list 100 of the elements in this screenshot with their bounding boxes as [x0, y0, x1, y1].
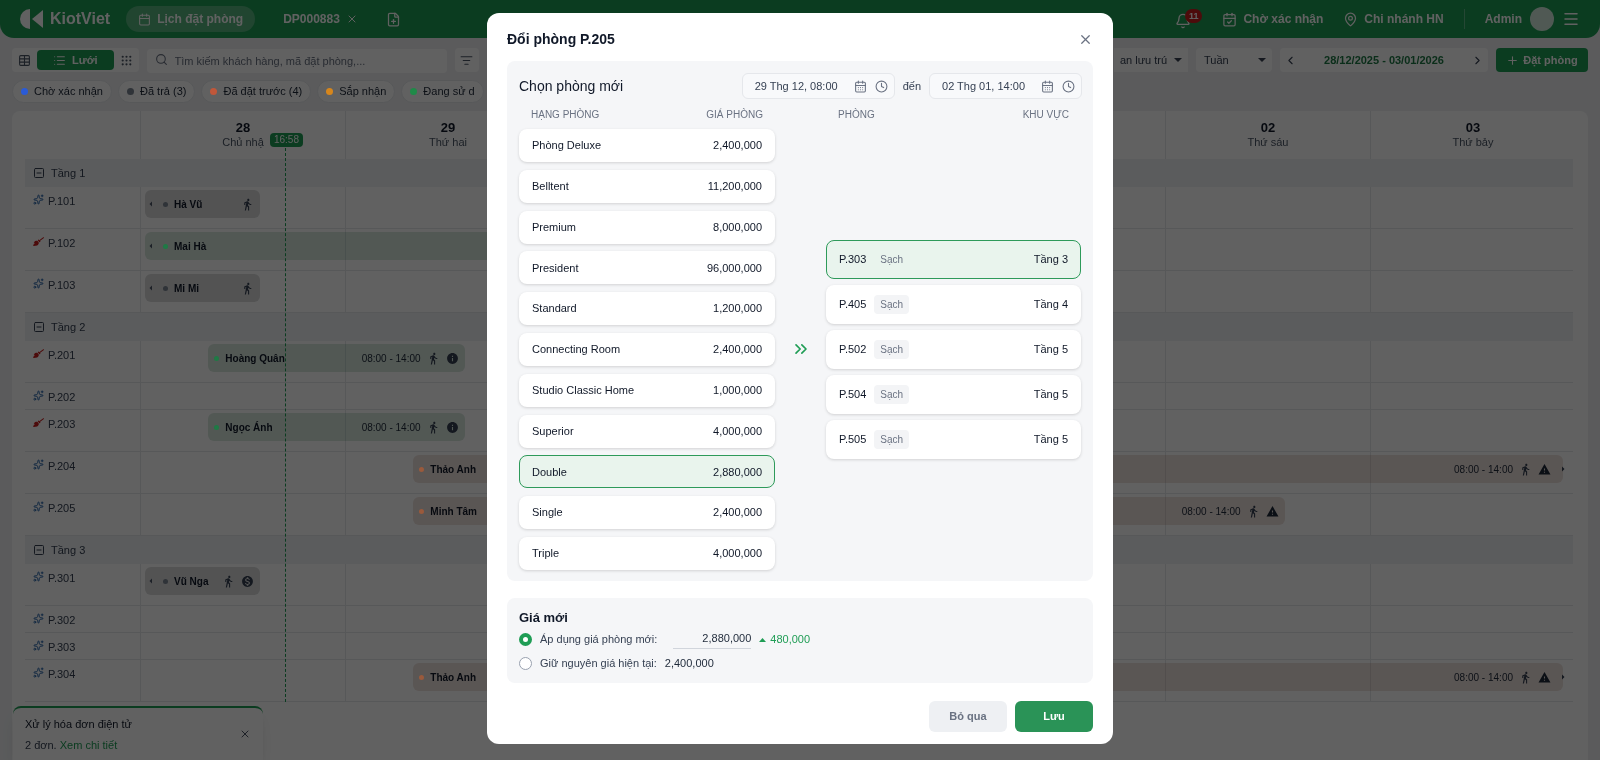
room-option[interactable]: P.505 Sạch Tầng 5 [826, 420, 1081, 459]
day-number: 03 [1465, 120, 1481, 137]
clock-icon[interactable] [874, 79, 888, 93]
room-type-option[interactable]: Connecting Room 2,400,000 [519, 333, 775, 366]
room-type-option[interactable]: President 96,000,000 [519, 251, 775, 285]
current-time-badge: 16:58 [269, 133, 303, 147]
logo-text: KiotViet [50, 9, 111, 29]
dialog-title: Đổi phòng P.205 [507, 29, 615, 49]
date-field[interactable]: 29 Thg 12, 08:00 [741, 73, 895, 99]
details-link[interactable]: Xem chi tiết [59, 738, 118, 751]
status-tag: Sạch [874, 340, 910, 359]
radio-button[interactable] [519, 633, 532, 646]
price-input[interactable]: 2,880,000 [673, 629, 752, 650]
save-button[interactable]: Lưu [1015, 701, 1093, 732]
collapse-icon[interactable] [33, 321, 45, 333]
room-option[interactable]: P.405 Sạch Tầng 4 [826, 285, 1081, 324]
warning-icon [1538, 462, 1551, 476]
dollar-icon [240, 574, 254, 588]
room-type-option[interactable]: Triple 4,000,000 [519, 536, 775, 570]
room-option[interactable]: P.303 Sạch Tầng 3 [826, 240, 1081, 279]
status-tag: Sạch [874, 295, 910, 314]
room-name: P.203 [48, 417, 76, 432]
room-type-option[interactable]: Studio Classic Home 1,000,000 [519, 373, 775, 407]
room-name: P.204 [48, 459, 76, 474]
close-icon[interactable] [239, 728, 251, 740]
room-option[interactable]: P.502 Sạch Tầng 5 [826, 330, 1081, 369]
weekday: Thứ hai [429, 136, 467, 150]
filter-icon [460, 53, 474, 67]
stay-filter-select[interactable]: an lưu trú [1114, 48, 1188, 72]
booking-time: 08:00 - 14:00 [361, 351, 421, 366]
booking-time: 08:00 - 14:00 [361, 420, 421, 435]
floor-label: Tầng 3 [51, 542, 86, 558]
column-header: GIÁ PHÒNG [706, 107, 763, 122]
info-icon [445, 351, 459, 365]
new-document-icon[interactable] [385, 11, 401, 27]
view-button[interactable]: Lưới [37, 50, 114, 70]
calendar-icon[interactable] [853, 79, 867, 93]
map-pin-icon [1343, 11, 1359, 27]
collapse-icon[interactable] [33, 167, 45, 179]
filter-button[interactable] [454, 48, 479, 72]
floor-label: Tầng 1 [51, 165, 86, 181]
room-type-option[interactable]: Standard 1,200,000 [519, 292, 775, 326]
day-number: 29 [440, 120, 456, 137]
user-name[interactable]: Admin [1484, 10, 1522, 28]
book-room-button[interactable]: Đặt phòng [1496, 48, 1588, 72]
status-filter-chip[interactable]: Đang sử d [401, 80, 484, 103]
caret-icon [1174, 58, 1182, 62]
guest-name: Mi Mi [174, 281, 199, 296]
guest-name: Vũ Nga [174, 574, 209, 589]
guest-name: Ngọc Ánh [225, 420, 273, 435]
status-filter-chip[interactable]: Sắp nhận [317, 80, 396, 103]
day-number: 28 [235, 120, 251, 137]
weekday: Chủ nhậ [222, 136, 264, 150]
walking-person-icon [1519, 462, 1532, 476]
to-label: đến [902, 78, 921, 94]
bell-icon[interactable] [1174, 13, 1191, 29]
room-name: P.101 [48, 194, 76, 209]
room-type-option[interactable]: Double 2,880,000 [519, 455, 775, 489]
room-type-option[interactable]: Belltent 11,200,000 [519, 169, 775, 203]
day-number: 02 [1260, 120, 1276, 137]
walking-person-icon [1519, 670, 1532, 684]
warning-icon [1538, 670, 1551, 684]
room-type-option[interactable]: Phòng Deluxe 2,400,000 [519, 129, 775, 162]
branch-selector[interactable]: Chi nhánh HN [1364, 10, 1444, 28]
search-icon [154, 52, 168, 66]
calendar-icon[interactable] [1041, 79, 1054, 93]
weekday: Thứ bảy [1452, 136, 1494, 150]
room-name: P.202 [48, 390, 76, 405]
room-name: P.302 [48, 613, 76, 628]
menu-icon[interactable] [1562, 10, 1580, 28]
room-type-option[interactable]: Premium 8,000,000 [519, 210, 775, 244]
current-price: 2,400,000 [664, 656, 714, 672]
room-option[interactable]: P.504 Sạch Tầng 5 [826, 375, 1081, 414]
pending-link[interactable]: Chờ xác nhận [1243, 10, 1324, 28]
toast-title: Xử lý hóa đơn điện tử [25, 717, 133, 732]
avatar[interactable] [1530, 7, 1554, 31]
dots-grid-icon [119, 53, 133, 67]
guest-name: Minh Tâm [430, 504, 477, 519]
skip-button[interactable]: Bỏ qua [929, 701, 1007, 732]
clock-icon[interactable] [1062, 79, 1075, 93]
calendar-check-icon[interactable] [1222, 11, 1238, 27]
date-field[interactable]: 02 Thg 01, 14:00 [929, 73, 1082, 99]
weekday: Thứ sáu [1247, 136, 1289, 150]
calendar-icon [138, 12, 152, 26]
header-tab[interactable]: DP000883 [271, 6, 370, 32]
status-filter-chip[interactable]: Chờ xác nhận [12, 80, 112, 103]
guest-name: Thảo Anh [430, 670, 477, 685]
collapse-icon[interactable] [33, 544, 45, 556]
room-type-option[interactable]: Superior 4,000,000 [519, 414, 775, 448]
price-change: 480,000 [770, 632, 811, 648]
range-mode-select[interactable]: Tuần [1196, 48, 1272, 72]
toast-message: 2 đơn. Xem chi tiết [25, 737, 119, 753]
status-tag: Sạch [874, 250, 910, 269]
room-name: P.303 [48, 640, 76, 655]
status-filter-chip[interactable]: Đã đặt trước (4) [201, 80, 312, 103]
option-label: Áp dụng giá phòng mới: [540, 632, 658, 648]
status-filter-chip[interactable]: Đã trả (3) [118, 80, 196, 103]
room-type-option[interactable]: Single 2,400,000 [519, 496, 775, 530]
date-range[interactable]: 28/12/2025 - 03/01/2026 [1324, 51, 1444, 69]
radio-button[interactable] [519, 657, 532, 670]
